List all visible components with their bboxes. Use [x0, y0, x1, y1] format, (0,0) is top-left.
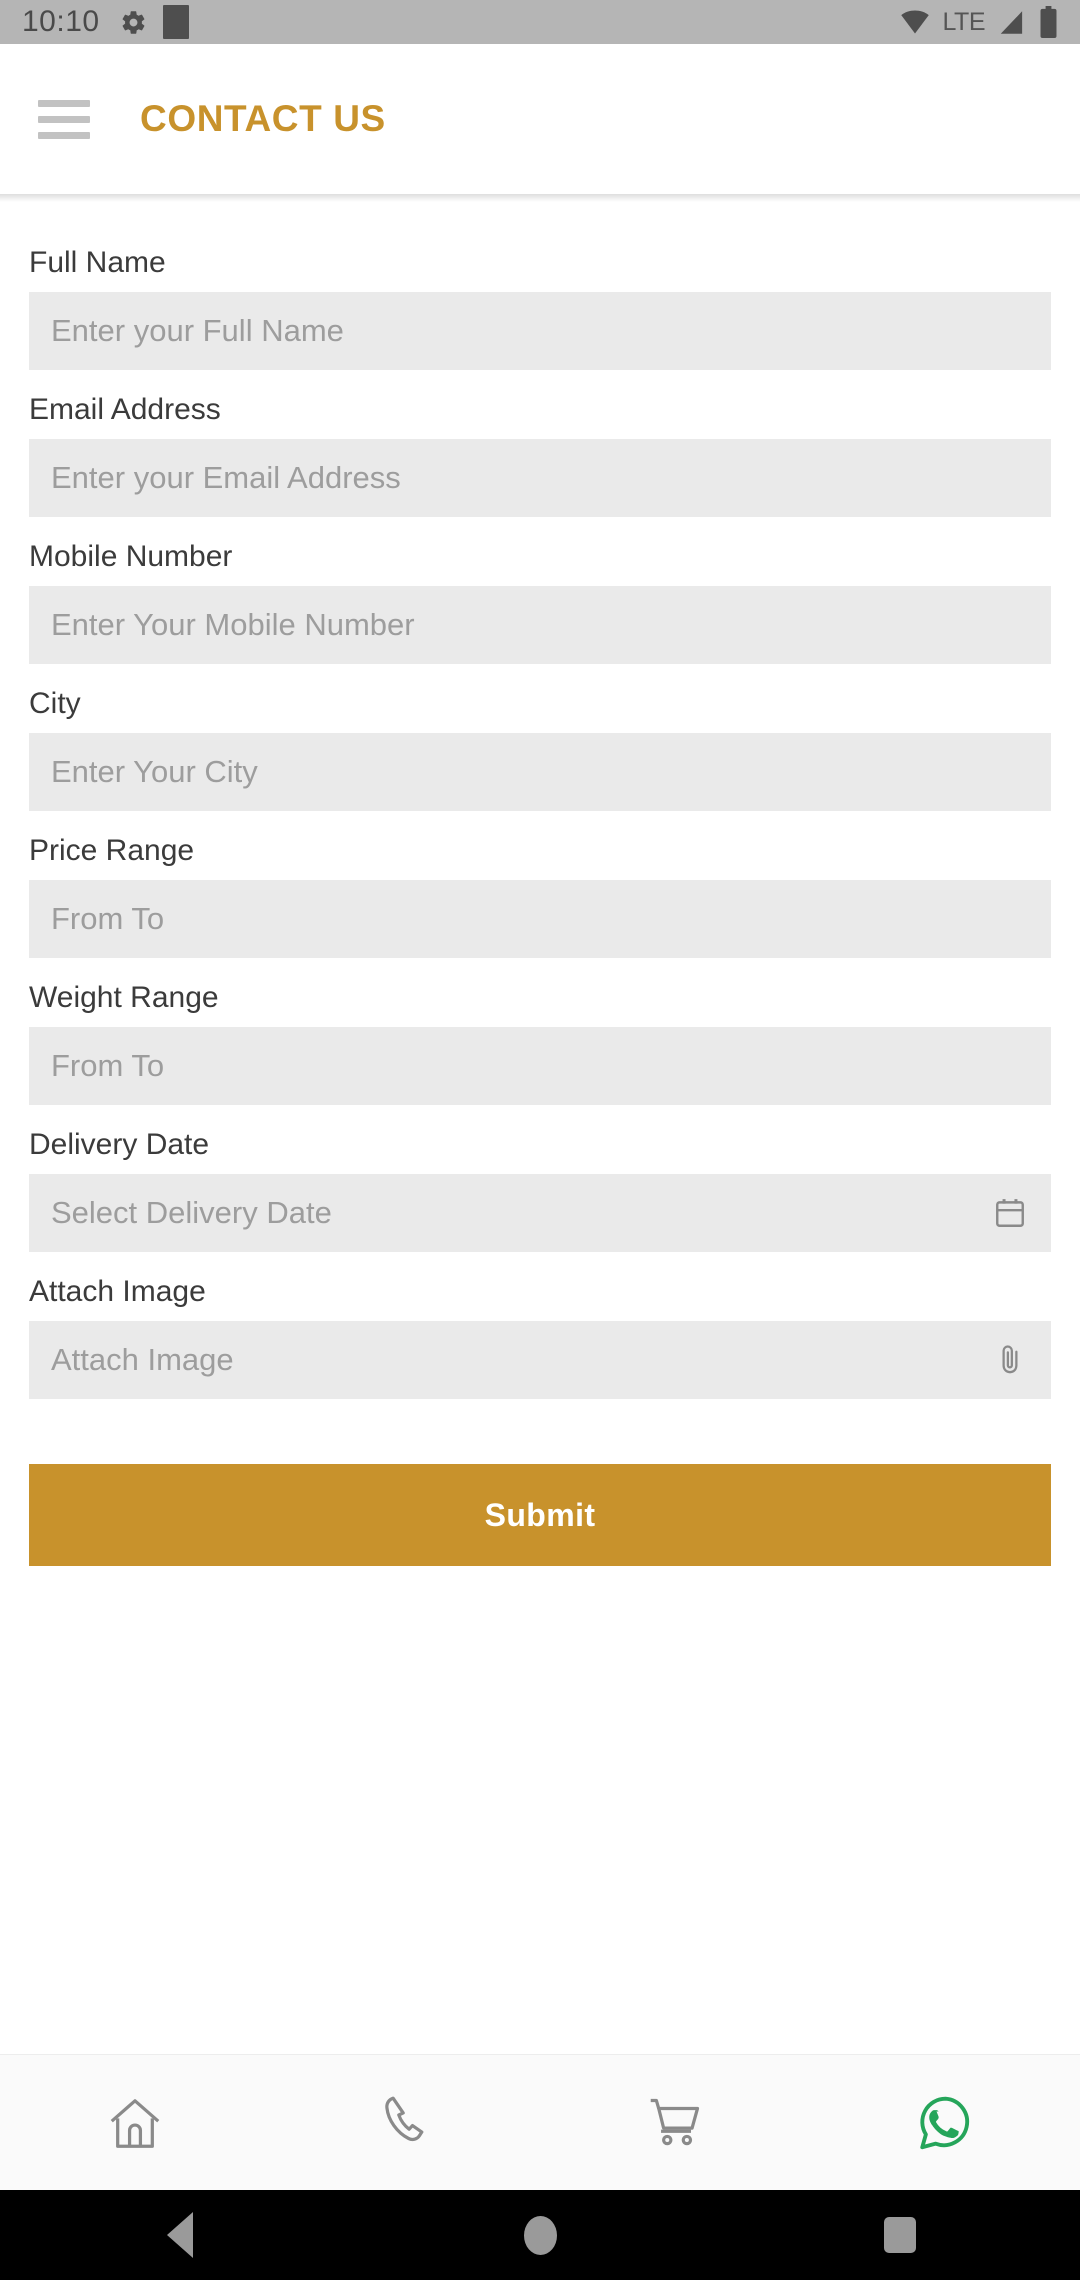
field-mobile-number: Mobile Number Enter Your Mobile Number: [29, 540, 1051, 664]
system-home-button[interactable]: [360, 2215, 720, 2255]
submit-section: Submit: [0, 1422, 1080, 1566]
hamburger-menu-icon[interactable]: [38, 94, 90, 145]
input-weight-range[interactable]: From To: [29, 1027, 1051, 1105]
phone-icon: [385, 2096, 424, 2141]
network-type-label: LTE: [942, 7, 986, 36]
placeholder-weight-range: From To: [51, 1048, 165, 1083]
home-icon: [110, 2098, 160, 2148]
field-label-full-name: Full Name: [29, 246, 166, 279]
input-city[interactable]: Enter Your City: [29, 733, 1051, 811]
status-bar-left-icons: [120, 5, 189, 39]
cart-icon: [650, 2098, 700, 2145]
bottom-nav-item-home[interactable]: [0, 2055, 270, 2190]
recents-square-icon: [884, 2217, 916, 2253]
input-attach-image[interactable]: Attach Image: [29, 1321, 1051, 1399]
field-delivery-date: Delivery Date Select Delivery Date: [29, 1128, 1051, 1252]
field-label-mobile-number: Mobile Number: [29, 540, 233, 573]
field-label-weight-range: Weight Range: [29, 981, 219, 1014]
placeholder-mobile-number: Enter Your Mobile Number: [51, 607, 415, 642]
android-system-navigation: [0, 2190, 1080, 2280]
wifi-icon: [900, 10, 929, 34]
status-bar-right-icons: LTE: [900, 6, 1059, 38]
home-circle-icon: [523, 2215, 557, 2255]
field-label-attach-image: Attach Image: [29, 1275, 206, 1308]
placeholder-email-address: Enter your Email Address: [51, 460, 401, 495]
input-delivery-date[interactable]: Select Delivery Date: [29, 1174, 1051, 1252]
bottom-navigation-bar: [0, 2054, 1080, 2190]
field-full-name: Full Name Enter your Full Name: [29, 246, 1051, 370]
field-label-price-range: Price Range: [29, 834, 195, 867]
status-bar-clock: 10:10: [22, 5, 100, 38]
hamburger-line: [38, 131, 90, 139]
phone-screen: 10:10 LTE CONTACT US Full Name Enter you…: [0, 0, 1080, 2280]
input-mobile-number[interactable]: Enter Your Mobile Number: [29, 586, 1051, 664]
paperclip-icon[interactable]: [993, 1343, 1027, 1377]
submit-button[interactable]: Submit: [29, 1464, 1051, 1566]
battery-icon: [1040, 6, 1057, 38]
app-header: CONTACT US: [0, 44, 1080, 194]
system-recents-button[interactable]: [720, 2217, 1080, 2253]
bottom-nav-item-cart[interactable]: [540, 2055, 810, 2190]
field-attach-image: Attach Image Attach Image: [29, 1275, 1051, 1399]
field-email-address: Email Address Enter your Email Address: [29, 393, 1051, 517]
gear-icon: [122, 10, 145, 34]
field-label-delivery-date: Delivery Date: [29, 1128, 210, 1161]
signal-icon: [1000, 10, 1023, 34]
placeholder-price-range: From To: [51, 901, 165, 936]
whatsapp-icon: [920, 2096, 970, 2149]
field-price-range: Price Range From To: [29, 834, 1051, 958]
placeholder-delivery-date: Select Delivery Date: [51, 1195, 332, 1230]
input-full-name[interactable]: Enter your Full Name: [29, 292, 1051, 370]
hamburger-line: [38, 115, 90, 123]
placeholder-attach-image: Attach Image: [51, 1342, 234, 1377]
app-indicator-icon: [162, 5, 189, 39]
calendar-icon[interactable]: [993, 1196, 1027, 1230]
status-bar: 10:10 LTE: [0, 0, 1080, 44]
field-label-email-address: Email Address: [29, 393, 221, 426]
input-email-address[interactable]: Enter your Email Address: [29, 439, 1051, 517]
system-back-button[interactable]: [0, 2212, 360, 2258]
field-city: City Enter Your City: [29, 687, 1051, 811]
header-divider-shadow: [0, 194, 1080, 202]
hamburger-line: [38, 99, 90, 107]
placeholder-full-name: Enter your Full Name: [51, 313, 344, 348]
back-triangle-icon: [167, 2212, 193, 2258]
field-weight-range: Weight Range From To: [29, 981, 1051, 1105]
bottom-nav-item-whatsapp[interactable]: [810, 2055, 1080, 2190]
contact-form: Full Name Enter your Full Name Email Add…: [0, 202, 1080, 1399]
placeholder-city: Enter Your City: [51, 754, 258, 789]
input-price-range[interactable]: From To: [29, 880, 1051, 958]
bottom-nav-item-call[interactable]: [270, 2055, 540, 2190]
page-title: CONTACT US: [140, 98, 386, 139]
field-label-city: City: [29, 687, 81, 720]
